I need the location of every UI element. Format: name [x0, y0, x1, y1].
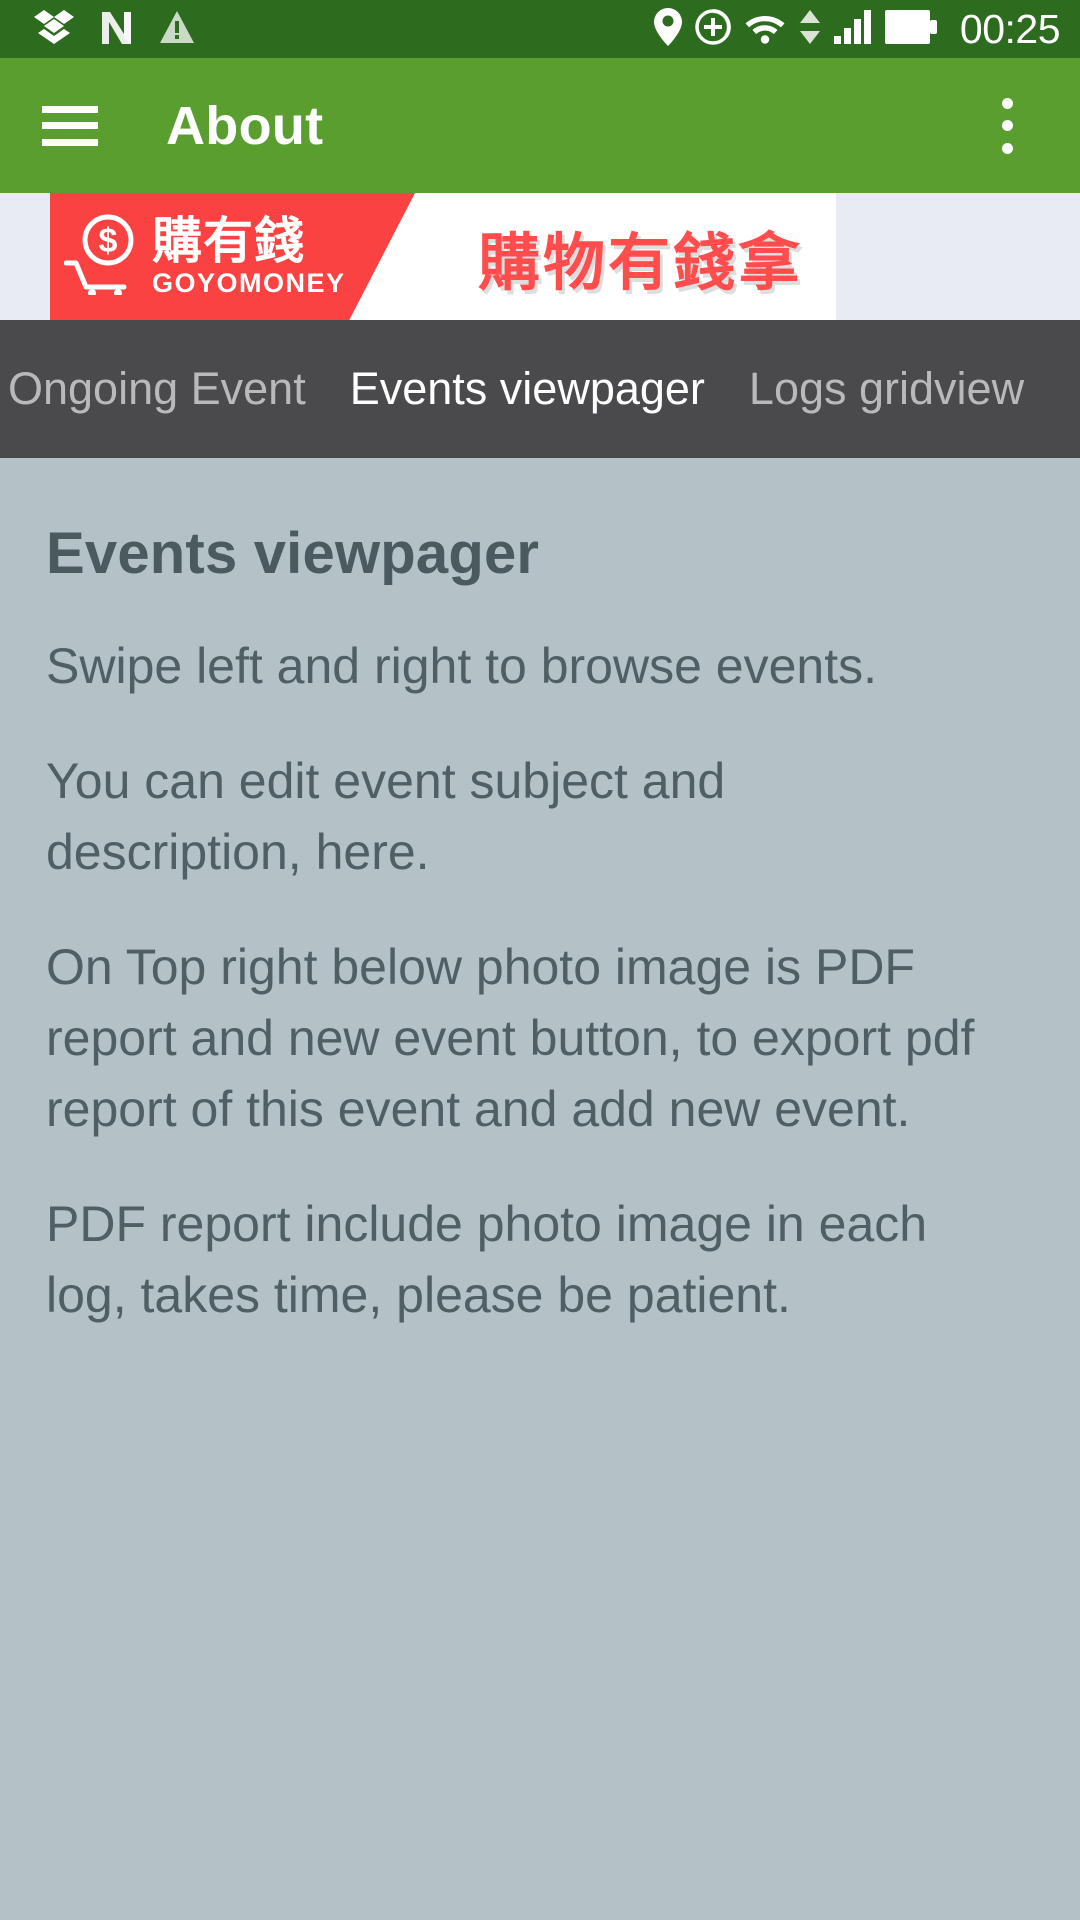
overflow-dot: [1001, 97, 1013, 109]
dropbox-icon: [34, 8, 74, 51]
sync-add-icon: [695, 8, 731, 50]
tab-bar: Ongoing Event Events viewpager Logs grid…: [0, 320, 1080, 458]
hamburger-menu-icon[interactable]: [42, 105, 98, 146]
goyomoney-name-cn: 購有錢: [152, 212, 305, 270]
hamburger-line: [42, 138, 98, 146]
n-app-icon: [100, 8, 133, 51]
shopping-cart-dollar-icon: $: [63, 213, 142, 300]
goyomoney-logo: $ 購有錢 GOYOMONEY: [63, 213, 346, 300]
overflow-dot: [1001, 142, 1013, 154]
hamburger-line: [42, 122, 98, 129]
content-heading: Events viewpager: [46, 521, 540, 586]
goyomoney-wordmark: 購有錢 GOYOMONEY: [152, 216, 346, 297]
app-bar: About: [0, 58, 1080, 193]
hamburger-line: [42, 105, 98, 113]
status-bar-right-icons: 00:25: [653, 5, 1061, 53]
ad-brand-panel: $ 購有錢 GOYOMONEY: [50, 193, 415, 320]
overflow-dot: [1001, 120, 1013, 131]
location-pin-icon: [653, 7, 682, 51]
goyomoney-name-en: GOYOMONEY: [152, 268, 346, 298]
app-root: 00:25 About $ 購有錢 GOYOMONEY 購物有錢拿 Ongoin…: [0, 0, 1080, 1920]
status-bar: 00:25: [0, 0, 1080, 58]
tab-logs-gridview[interactable]: Logs gridview: [727, 363, 1046, 415]
tab-ongoing-event[interactable]: Ongoing Event: [0, 363, 328, 415]
content-paragraph: PDF report include photo image in each l…: [46, 1196, 928, 1323]
page-title: About: [166, 95, 324, 156]
battery-full-icon: [884, 9, 937, 49]
cellular-signal-icon: [833, 9, 872, 49]
content-paragraph: On Top right below photo image is PDF re…: [46, 939, 975, 1137]
about-content: Events viewpager Swipe left and right to…: [0, 458, 1080, 1920]
data-transfer-arrows-icon: [799, 8, 821, 51]
content-paragraph: You can edit event subject and descripti…: [46, 753, 726, 880]
tab-events-viewpager[interactable]: Events viewpager: [328, 363, 727, 415]
ad-banner-content[interactable]: $ 購有錢 GOYOMONEY 購物有錢拿: [50, 193, 836, 320]
ad-slogan-text: 購物有錢拿: [477, 225, 803, 299]
wifi-icon: [744, 10, 786, 49]
ad-banner[interactable]: $ 購有錢 GOYOMONEY 購物有錢拿: [0, 193, 1080, 320]
svg-text:$: $: [99, 222, 118, 260]
ad-slogan-panel: 購物有錢拿: [415, 193, 836, 320]
overflow-menu-icon[interactable]: [982, 97, 1050, 154]
status-bar-left-icons: [34, 8, 195, 51]
status-bar-clock: 00:25: [959, 5, 1061, 52]
warning-triangle-icon: [159, 9, 195, 50]
content-paragraph: Swipe left and right to browse events.: [46, 638, 878, 694]
